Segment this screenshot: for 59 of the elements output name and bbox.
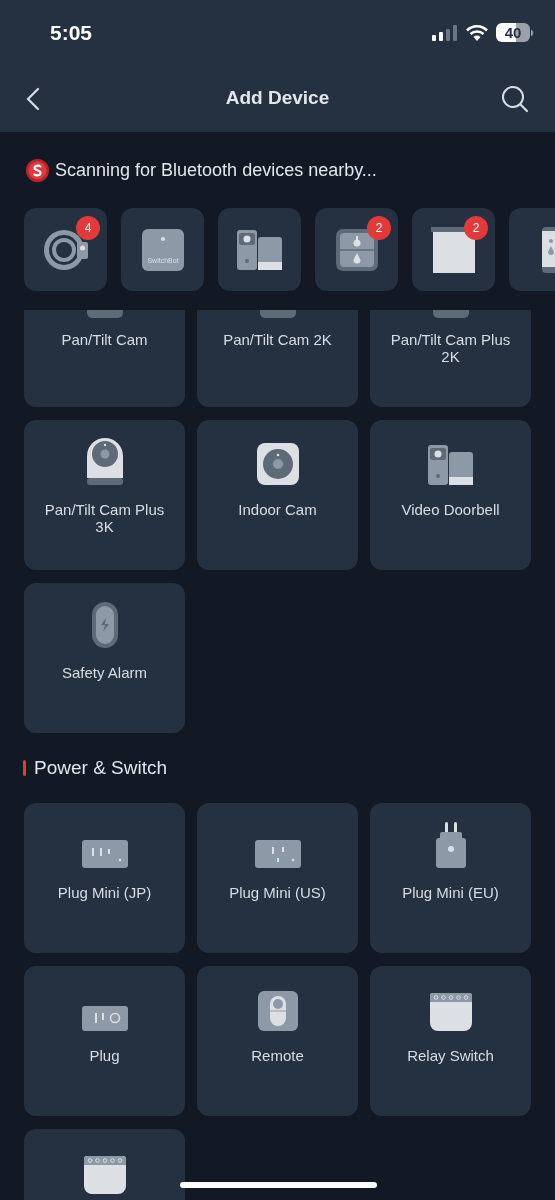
camera-icon: [86, 438, 123, 485]
wifi-icon: [466, 24, 488, 41]
camera-icon: [86, 310, 123, 318]
scan-status: Scanning for Bluetooth devices nearby...: [55, 158, 377, 182]
nearby-device[interactable]: [218, 208, 301, 291]
device-card[interactable]: Plug Mini (US): [197, 803, 358, 953]
camera-icon: [256, 443, 299, 485]
device-name: Safety Alarm: [60, 664, 148, 681]
device-name: Pan/Tilt Cam Plus 2K: [389, 331, 512, 365]
count-badge: 2: [367, 216, 391, 240]
meter-icon: [541, 226, 555, 273]
device-card[interactable]: Pan/Tilt Cam Plus 2K: [370, 310, 531, 407]
device-name: Pan/Tilt Cam 2K: [222, 331, 333, 348]
alarm-icon: [91, 602, 118, 648]
remote-icon: [257, 991, 298, 1031]
device-name: Plug Mini (EU): [401, 884, 500, 901]
camera-icon: [432, 310, 469, 318]
device-card[interactable]: Video Doorbell: [370, 420, 531, 570]
device-card[interactable]: Remote: [197, 966, 358, 1116]
count-badge: 2: [464, 216, 488, 240]
device-name: Pan/Tilt Cam: [60, 331, 149, 348]
status-time: 5:05: [50, 19, 93, 46]
section-title: Power & Switch: [34, 755, 168, 780]
device-name: Plug: [88, 1047, 121, 1064]
device-card[interactable]: Pan/Tilt Cam 2K: [197, 310, 358, 407]
nearby-device[interactable]: 2: [412, 208, 495, 291]
page-title: Add Device: [225, 86, 330, 111]
device-card[interactable]: Pan/Tilt Cam Plus 3K: [24, 420, 185, 570]
device-card[interactable]: Plug: [24, 966, 185, 1116]
battery-indicator: 40: [496, 23, 533, 42]
plug-icon: [81, 1006, 128, 1031]
device-card[interactable]: Safety Alarm: [24, 583, 185, 733]
device-card[interactable]: Pan/Tilt Cam: [24, 310, 185, 407]
relay-switch-icon: [429, 993, 472, 1031]
camera-icon: [259, 310, 296, 318]
device-card[interactable]: Indoor Cam: [197, 420, 358, 570]
signal-icon: [432, 24, 458, 41]
nearby-device[interactable]: 2: [315, 208, 398, 291]
device-card[interactable]: Plug Mini (JP): [24, 803, 185, 953]
device-name: Pan/Tilt Cam Plus 3K: [43, 501, 166, 535]
count-badge: 4: [76, 216, 100, 240]
plug-icon: [254, 840, 301, 868]
doorbell-icon: [427, 445, 474, 485]
relay-switch-icon: [83, 1156, 126, 1194]
plug-icon: [435, 822, 466, 868]
device-card[interactable]: Relay Switch: [370, 966, 531, 1116]
logo-icon: [26, 158, 49, 182]
device-name: Plug Mini (US): [228, 884, 327, 901]
device-name: Plug Mini (JP): [56, 884, 153, 901]
device-name: Indoor Cam: [237, 501, 318, 518]
device-name: Video Doorbell: [400, 501, 501, 518]
device-name: Relay Switch: [406, 1047, 495, 1064]
doorbell-icon: [236, 229, 283, 270]
nearby-device[interactable]: 4: [24, 208, 107, 291]
search-button[interactable]: [501, 84, 529, 113]
plug-icon: [81, 840, 128, 868]
device-name: Remote: [250, 1047, 305, 1064]
sensor-icon: [335, 228, 378, 271]
device-card[interactable]: Plug Mini (EU): [370, 803, 531, 953]
